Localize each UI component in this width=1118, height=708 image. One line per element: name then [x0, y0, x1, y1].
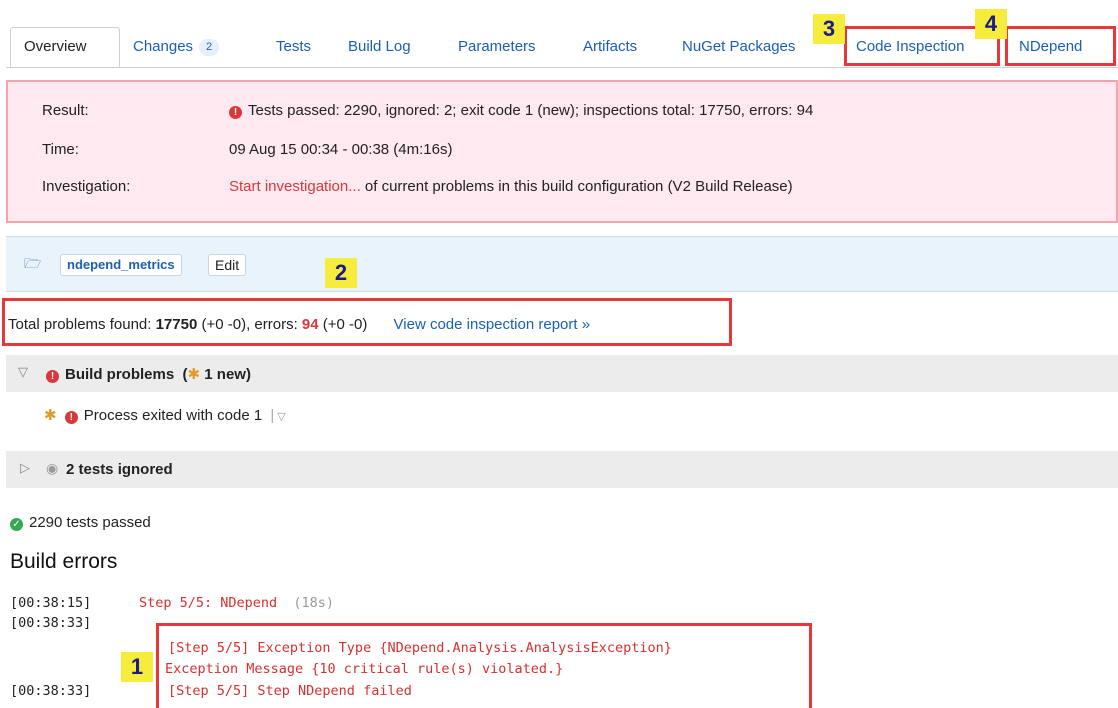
build-problems-title-wrap: ! Build problems (✱ 1 new) — [46, 365, 251, 383]
start-investigation-link[interactable]: Start investigation... — [229, 178, 361, 195]
error-icon: ! — [64, 411, 78, 424]
build-problems-header[interactable]: ▽ ! Build problems (✱ 1 new) — [6, 355, 1118, 392]
problems-summary: Total problems found: 17750 (+0 -0), err… — [8, 316, 590, 333]
build-error-time-1: [00:38:33] — [10, 615, 92, 631]
summary-prefix: Total problems found: — [8, 316, 156, 333]
investigation-text: of current problems in this build config… — [364, 178, 793, 195]
result-label: Result: — [42, 102, 89, 119]
check-icon: ✓ — [10, 518, 23, 531]
build-error-line-0: Step 5/5: NDepend (18s) — [139, 595, 334, 611]
callout-4-label: 4 — [975, 9, 1007, 39]
result-value: ! Tests passed: 2290, ignored: 2; exit co… — [229, 102, 813, 119]
build-error-text-0: Step 5/5: NDepend — [139, 595, 278, 611]
edit-button[interactable]: Edit — [208, 254, 247, 276]
build-errors-heading: Build errors — [10, 550, 118, 573]
new-star-icon: ✱ — [44, 407, 57, 424]
build-error-line-4: [Step 5/5] Step NDepend failed — [168, 683, 412, 699]
build-error-time-4: [00:38:33] — [10, 683, 92, 699]
errors-delta: (+0 -0) — [318, 316, 368, 333]
error-icon: ! — [229, 106, 242, 119]
view-code-inspection-report-link[interactable]: View code inspection report » — [394, 316, 591, 333]
folder-icon: 🗁 — [24, 255, 42, 271]
investigation-value: Start investigation... of current proble… — [229, 178, 793, 195]
error-icon: ! — [46, 370, 59, 383]
ndepend-metrics-tag[interactable]: ndepend_metrics — [60, 254, 182, 276]
time-value: 09 Aug 15 00:34 - 00:38 (4m:16s) — [229, 141, 453, 158]
tab-bar-divider — [6, 67, 1118, 68]
tab-changes[interactable]: Changes 2 — [133, 38, 220, 56]
build-error-line-3: Exception Message {10 critical rule(s) v… — [165, 661, 564, 677]
callout-4-highlight — [1005, 26, 1116, 66]
tab-nuget-packages[interactable]: NuGet Packages — [682, 38, 795, 55]
artifact-bar: 🗁 ndepend_metrics Edit — [6, 236, 1118, 292]
build-error-line-2: [Step 5/5] Exception Type {NDepend.Analy… — [168, 640, 672, 656]
tab-tests[interactable]: Tests — [276, 38, 311, 55]
tab-parameters[interactable]: Parameters — [458, 38, 536, 55]
tab-overview[interactable]: Overview — [10, 27, 120, 68]
tab-artifacts[interactable]: Artifacts — [583, 38, 637, 55]
expand-triangle-icon[interactable]: ▷ — [20, 460, 30, 476]
build-error-time-0: [00:38:15] — [10, 595, 92, 611]
callout-1-label: 1 — [121, 652, 153, 682]
ignored-icon: ◉ — [46, 460, 59, 476]
investigation-label: Investigation: — [42, 178, 131, 195]
errors-count: 94 — [301, 316, 319, 333]
collapse-triangle-icon[interactable]: ▽ — [18, 364, 28, 380]
tests-passed: ✓ 2290 tests passed — [10, 514, 151, 531]
total-problems-count: 17750 — [155, 316, 198, 333]
new-star-icon: ✱ — [187, 366, 201, 383]
build-error-duration: (18s) — [293, 595, 334, 611]
build-problem-item: ✱ ! Process exited with code 1 | ▽ — [44, 406, 286, 424]
tests-passed-text: 2290 tests passed — [29, 514, 151, 531]
divider: | — [270, 407, 275, 424]
build-problems-title: Build problems — [65, 366, 175, 383]
chevron-down-icon[interactable]: ▽ — [277, 411, 285, 423]
tab-overview-label: Overview — [24, 38, 87, 55]
callout-2-label: 2 — [325, 258, 357, 288]
total-delta: (+0 -0), errors: — [197, 316, 302, 333]
tab-changes-label: Changes — [133, 38, 194, 55]
tab-build-log[interactable]: Build Log — [348, 38, 411, 55]
callout-3-label: 3 — [813, 14, 845, 44]
result-text: Tests passed: 2290, ignored: 2; exit cod… — [248, 102, 814, 119]
ignored-tests-title: 2 tests ignored — [66, 461, 173, 478]
ignored-tests-header[interactable]: ▷ ◉ 2 tests ignored — [6, 451, 1118, 488]
build-problem-text: Process exited with code 1 — [83, 407, 263, 424]
changes-count-badge: 2 — [199, 39, 220, 56]
time-label: Time: — [42, 141, 79, 158]
build-result-panel: Result: ! Tests passed: 2290, ignored: 2;… — [6, 80, 1118, 223]
new-problems-count: 1 new — [204, 366, 246, 383]
